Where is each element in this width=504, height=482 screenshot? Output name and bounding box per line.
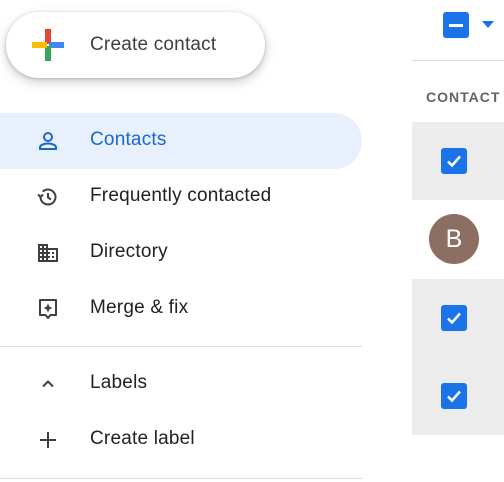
contacts-app: Create contact Contacts Frequently conta… — [0, 0, 504, 482]
create-label-button[interactable]: Create label — [0, 412, 362, 468]
history-icon — [37, 188, 57, 206]
create-contact-button[interactable]: Create contact — [6, 12, 265, 78]
table-row[interactable] — [412, 122, 504, 200]
person-icon — [39, 132, 57, 150]
nav-item-label: Merge & fix — [90, 297, 189, 318]
table-row[interactable]: B — [412, 200, 504, 278]
building-icon — [38, 244, 58, 262]
table-row[interactable] — [412, 357, 504, 435]
select-menu-caret-icon[interactable] — [481, 20, 495, 30]
sidebar-divider — [0, 346, 362, 347]
nav-item-label: Directory — [90, 241, 168, 262]
table-row[interactable] — [412, 279, 504, 357]
nav-item-frequently-contacted[interactable]: Frequently contacted — [0, 169, 362, 225]
row-checkbox[interactable] — [441, 148, 467, 174]
create-label-label: Create label — [90, 428, 195, 449]
select-all-checkbox[interactable] — [443, 12, 469, 38]
nav-item-directory[interactable]: Directory — [0, 225, 362, 281]
checkmark-icon — [447, 390, 461, 403]
avatar[interactable]: B — [429, 214, 479, 264]
multicolor-plus-icon — [32, 29, 64, 61]
checkmark-icon — [447, 155, 461, 168]
column-header-contact: CONTACT — [426, 89, 501, 105]
row-checkbox[interactable] — [441, 305, 467, 331]
nav-item-label: Contacts — [90, 129, 167, 150]
nav-item-contacts[interactable]: Contacts — [0, 113, 362, 169]
sidebar-divider — [0, 478, 362, 479]
create-contact-label: Create contact — [90, 34, 217, 55]
checkmark-icon — [447, 312, 461, 325]
nav-item-label: Frequently contacted — [90, 185, 272, 206]
plus-icon — [40, 432, 56, 448]
row-checkbox[interactable] — [441, 383, 467, 409]
header-divider — [412, 60, 504, 61]
chevron-up-icon — [42, 380, 54, 388]
nav-item-merge-fix[interactable]: Merge & fix — [0, 281, 362, 337]
indeterminate-dash-icon — [449, 23, 463, 27]
labels-section-label: Labels — [90, 372, 148, 393]
labels-section-toggle[interactable]: Labels — [0, 356, 362, 412]
merge-fix-icon — [39, 299, 57, 319]
